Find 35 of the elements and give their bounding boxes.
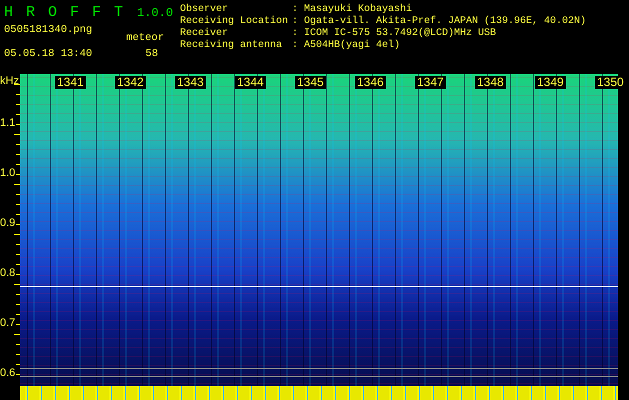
time-label: 1345 — [295, 76, 326, 89]
frequency-label: 0.9 — [0, 216, 16, 230]
frequency-label: 1.1 — [0, 116, 16, 130]
time-label: 1347 — [415, 76, 446, 89]
separator: : — [292, 28, 300, 40]
file-name: 0505181340.png — [4, 23, 92, 38]
time-label: 1346 — [355, 76, 386, 89]
station-value: A504HB(yagi 4el) — [304, 40, 402, 52]
meteor-count: 58 — [145, 47, 159, 61]
app-version: 1.0.0 — [137, 6, 174, 20]
time-label: 1348 — [475, 76, 506, 89]
station-label: Receiver — [180, 28, 230, 40]
time-label: 1350 — [595, 76, 626, 89]
station-value: Ogata-vill. Akita-Pref. JAPAN (139.96E, 40.02N) — [304, 16, 586, 28]
frequency-label: 1.0 — [0, 166, 16, 180]
time-label: 1341 — [55, 76, 86, 89]
frequency-label: 0.6 — [0, 366, 16, 380]
meteor-label: meteor — [126, 31, 164, 45]
station-value: ICOM IC-575 53.7492(@LCD)MHz USB — [304, 28, 498, 40]
frequency-label: 0.8 — [0, 266, 16, 280]
separator: : — [292, 16, 300, 28]
time-label: 1349 — [535, 76, 566, 89]
separator: : — [292, 40, 300, 52]
time-label: 1342 — [115, 76, 146, 89]
time-label: 1344 — [235, 76, 266, 89]
timestamp: 05.05.18 13:40 — [4, 47, 92, 61]
app-title: H R O F F T — [4, 4, 126, 21]
time-label: 1343 — [175, 76, 206, 89]
station-value: Masayuki Kobayashi — [304, 4, 414, 16]
station-label: Receiving Location — [180, 16, 290, 28]
separator: : — [292, 4, 300, 16]
station-label: Receiving antenna — [180, 40, 284, 52]
station-label: Observer — [180, 4, 230, 16]
frequency-unit: kHz — [0, 74, 19, 88]
frequency-label: 0.7 — [0, 316, 16, 330]
